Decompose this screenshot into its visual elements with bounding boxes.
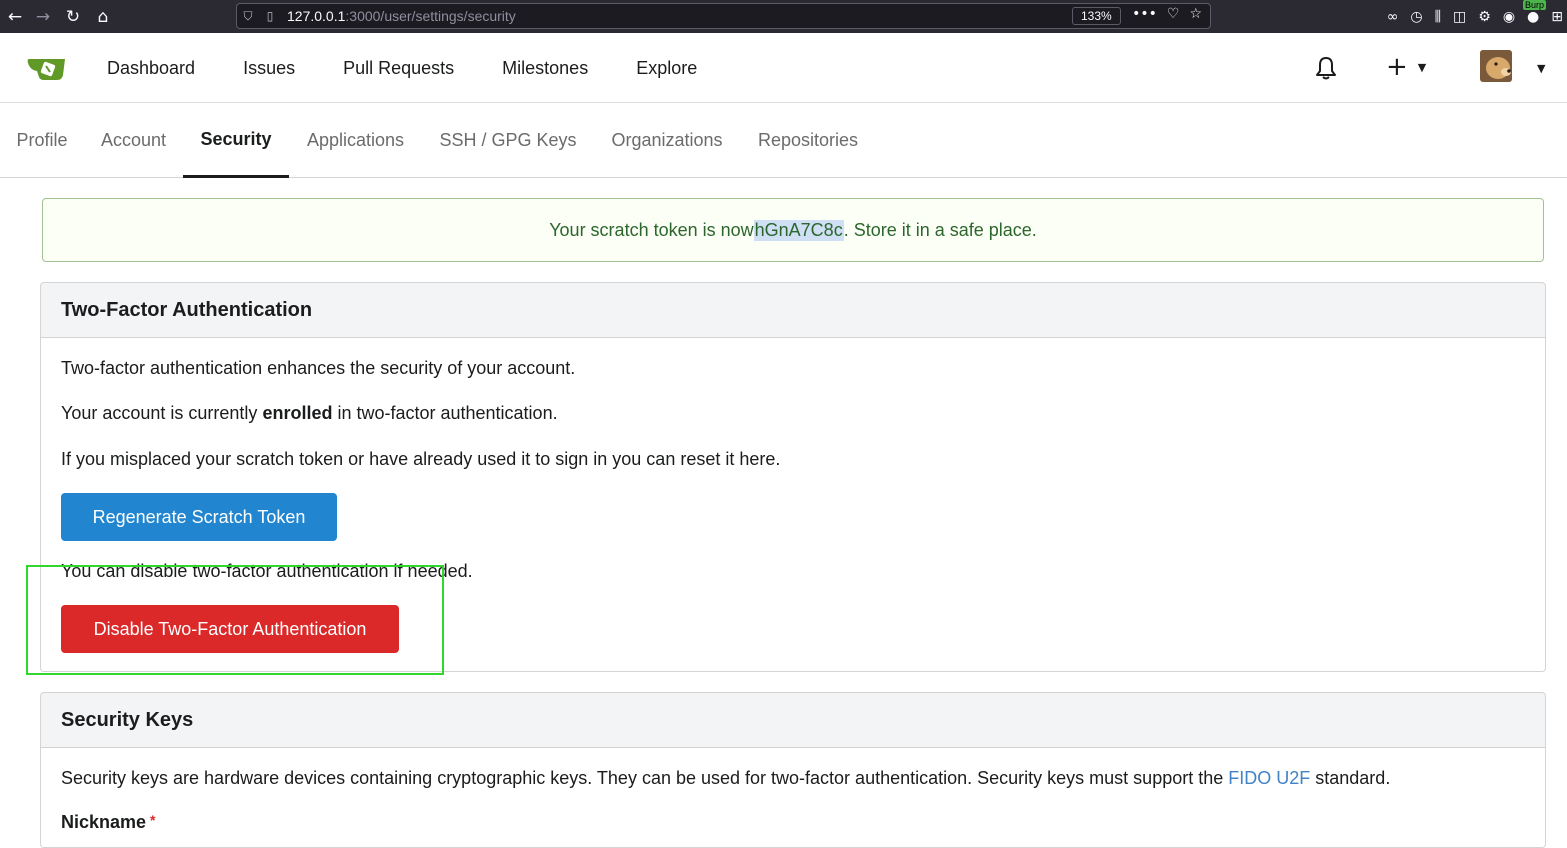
account-icon[interactable]: ◉	[1503, 9, 1515, 25]
tab-repositories[interactable]: Repositories	[740, 103, 876, 178]
settings-gear-icon[interactable]: ⚙	[1478, 9, 1491, 25]
settings-tabs: Profile Account Security Applications SS…	[0, 103, 1567, 178]
disable-help-text: You can disable two-factor authenticatio…	[61, 561, 473, 581]
flash-success-message: Your scratch token is now hGnA7C8c . Sto…	[42, 198, 1544, 262]
fido-u2f-link[interactable]: FIDO U2F	[1228, 768, 1310, 788]
regenerate-scratch-token-button[interactable]: Regenerate Scratch Token	[61, 493, 337, 541]
enrollment-text-before: Your account is currently	[61, 403, 263, 423]
tab-account[interactable]: Account	[84, 103, 183, 178]
chevron-down-icon: ▼	[1417, 60, 1427, 74]
back-icon[interactable]: ←	[0, 0, 30, 33]
shield-icon[interactable]: ⛉	[237, 9, 259, 24]
nav-explore[interactable]: Explore	[612, 58, 721, 79]
tab-organizations[interactable]: Organizations	[594, 103, 740, 178]
sidebar-icon[interactable]: ◫	[1453, 9, 1466, 25]
main-nav: Dashboard Issues Pull Requests Milestone…	[83, 33, 721, 103]
two-factor-intro: Two-factor authentication enhances the s…	[61, 358, 576, 378]
browser-toolbar: ← → ↻ ⌂ ⛉ ▯ 127.0.0.1:3000/user/settings…	[0, 0, 1567, 33]
url-bar[interactable]: ⛉ ▯ 127.0.0.1:3000/user/settings/securit…	[236, 3, 1211, 29]
scratch-token-help: If you misplaced your scratch token or h…	[61, 449, 781, 469]
flash-text-before: Your scratch token is now	[549, 219, 754, 240]
security-keys-desc-after: standard.	[1310, 768, 1391, 788]
burp-extension-icon[interactable]: ● Burp	[1523, 0, 1547, 25]
tab-profile[interactable]: Profile	[0, 103, 84, 178]
nickname-label: Nickname *	[61, 812, 156, 833]
disable-two-factor-button[interactable]: Disable Two-Factor Authentication	[61, 605, 399, 653]
tab-ssh-gpg-keys[interactable]: SSH / GPG Keys	[422, 103, 594, 178]
tab-security[interactable]: Security	[183, 103, 289, 178]
library-icon[interactable]: ⫼	[1435, 9, 1441, 25]
enrollment-status: Your account is currently enrolled in tw…	[61, 403, 558, 424]
page-actions-icon[interactable]: •••	[1132, 6, 1157, 22]
security-keys-desc-before: Security keys are hardware devices conta…	[61, 768, 1229, 788]
avatar[interactable]	[1480, 50, 1512, 82]
create-new-menu[interactable]: + ▼	[1386, 52, 1426, 82]
gitea-logo-icon[interactable]	[27, 53, 67, 83]
site-header: Dashboard Issues Pull Requests Milestone…	[0, 33, 1567, 103]
avatar-dog-icon	[1480, 50, 1512, 82]
security-keys-header: Security Keys	[40, 692, 1546, 748]
page-info-icon[interactable]: ▯	[259, 9, 281, 23]
security-keys-description: Security keys are hardware devices conta…	[61, 768, 1390, 789]
tab-applications[interactable]: Applications	[289, 103, 422, 178]
required-asterisk: *	[150, 812, 156, 828]
nickname-label-text: Nickname	[61, 812, 147, 832]
reload-icon[interactable]: ↻	[58, 0, 88, 33]
plus-icon: +	[1386, 52, 1408, 82]
security-keys-body: Security keys are hardware devices conta…	[40, 748, 1546, 848]
nav-dashboard[interactable]: Dashboard	[83, 58, 219, 79]
two-factor-header: Two-Factor Authentication	[40, 282, 1546, 338]
url-text[interactable]: 127.0.0.1:3000/user/settings/security	[287, 8, 516, 24]
pocket-icon[interactable]: ♡	[1167, 6, 1180, 22]
two-factor-body: Two-factor authentication enhances the s…	[40, 338, 1546, 672]
burp-label: Burp	[1523, 0, 1547, 10]
bookmark-star-icon[interactable]: ☆	[1189, 6, 1202, 22]
private-mask-icon[interactable]: ∞	[1387, 9, 1399, 25]
enrollment-text-after: in two-factor authentication.	[332, 403, 558, 423]
nav-pull-requests[interactable]: Pull Requests	[319, 58, 478, 79]
extensions-icon[interactable]: ⊞	[1551, 9, 1563, 25]
bell-icon[interactable]	[1313, 55, 1339, 81]
scratch-token[interactable]: hGnA7C8c	[753, 219, 844, 241]
home-icon[interactable]: ⌂	[88, 0, 118, 33]
enrollment-state: enrolled	[262, 403, 333, 423]
user-menu-chevron-icon[interactable]: ▼	[1537, 62, 1545, 75]
zoom-level[interactable]: 133%	[1072, 7, 1121, 25]
flash-text-after: . Store it in a safe place.	[843, 219, 1037, 240]
nav-issues[interactable]: Issues	[219, 58, 319, 79]
forward-icon[interactable]: →	[28, 0, 58, 33]
nav-milestones[interactable]: Milestones	[478, 58, 612, 79]
history-icon[interactable]: ◷	[1410, 9, 1422, 25]
